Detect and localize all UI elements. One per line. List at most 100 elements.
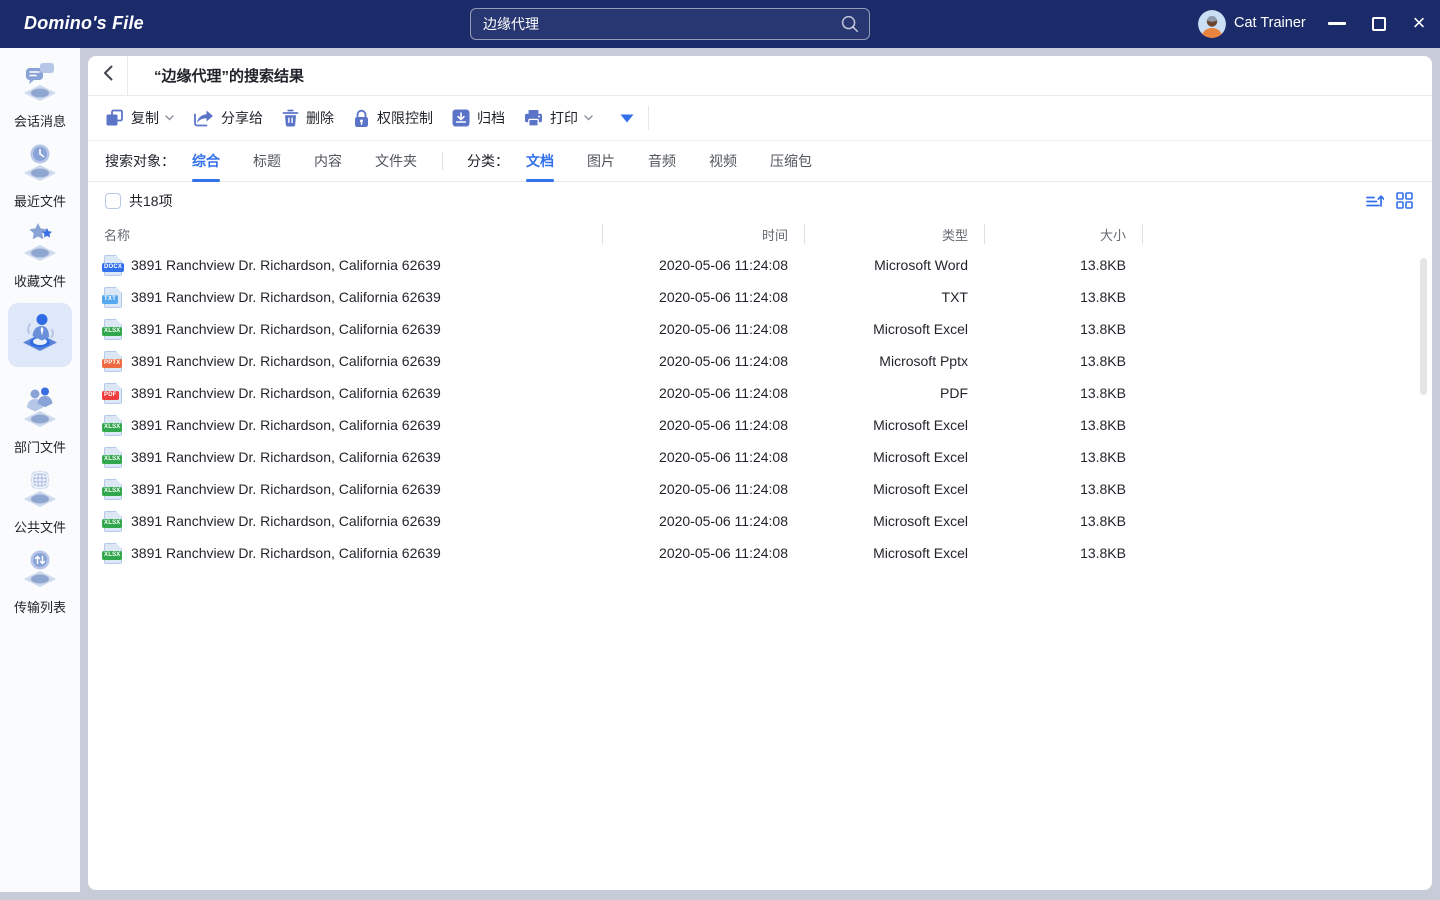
dropdown-triangle-icon[interactable] — [620, 114, 634, 123]
scope-tab-all[interactable]: 综合 — [192, 141, 220, 182]
table-row[interactable]: TXT3891 Ranchview Dr. Richardson, Califo… — [88, 281, 1432, 313]
file-type: Microsoft Excel — [805, 409, 985, 441]
file-size: 13.8KB — [985, 505, 1143, 537]
category-tab-image[interactable]: 图片 — [587, 141, 615, 182]
file-type: Microsoft Word — [805, 249, 985, 281]
delete-button[interactable]: 删除 — [282, 108, 334, 128]
file-type: PDF — [805, 377, 985, 409]
trash-icon — [282, 109, 299, 127]
table-row[interactable]: PPTX3891 Ranchview Dr. Richardson, Calif… — [88, 345, 1432, 377]
table-row[interactable]: PDF 3891 Ranchview Dr. Richardson, Califo… — [88, 377, 1432, 409]
sidebar-item-my-files[interactable] — [0, 300, 80, 372]
sidebar-item-favorite-files[interactable]: 收藏文件 — [0, 214, 80, 294]
file-name: 3891 Ranchview Dr. Richardson, Californi… — [131, 513, 441, 529]
table-row[interactable]: XLSX3891 Ranchview Dr. Richardson, Calif… — [88, 441, 1432, 473]
delete-label: 删除 — [306, 108, 334, 128]
table-row[interactable]: DOCX 3891 Ranchview Dr. Richardson, Calif… — [88, 249, 1432, 281]
topbar: Domino's File Cat Trainer × — [0, 0, 1440, 48]
filter-row: 搜索对象： 综合 标题 内容 文件夹 分类： 文档 图片 音频 视频 压缩包 — [88, 141, 1432, 182]
favorite-files-icon — [18, 219, 62, 268]
file-type: Microsoft Excel — [805, 441, 985, 473]
print-label: 打印 — [550, 108, 578, 128]
file-name: 3891 Ranchview Dr. Richardson, Californi… — [131, 385, 441, 401]
table-row[interactable]: XLSX3891 Ranchview Dr. Richardson, Calif… — [88, 505, 1432, 537]
search-scope-label: 搜索对象： — [105, 151, 175, 171]
table-row[interactable]: XLSX3891 Ranchview Dr. Richardson, Calif… — [88, 537, 1432, 569]
recent-files-icon — [18, 139, 62, 188]
scope-tab-title[interactable]: 标题 — [253, 141, 281, 182]
permission-control-label: 权限控制 — [377, 108, 433, 128]
maximize-button[interactable] — [1372, 17, 1386, 31]
toolbar: 复制 分享给 删除 权限控制 归档 — [88, 96, 1432, 141]
user-avatar[interactable] — [1198, 10, 1226, 38]
copy-icon — [105, 109, 124, 127]
grid-view-icon[interactable] — [1396, 192, 1413, 209]
share-button[interactable]: 分享给 — [193, 108, 263, 128]
print-button[interactable]: 打印 — [524, 108, 593, 128]
file-type-icon: DOCX — [104, 255, 122, 276]
file-type-icon: XLSX — [104, 415, 122, 436]
sidebar-item-transfer-list[interactable]: 传输列表 — [0, 540, 80, 620]
column-header-size[interactable]: 大小 — [985, 219, 1143, 249]
file-size: 13.8KB — [985, 313, 1143, 345]
search-icon[interactable] — [841, 15, 859, 33]
permission-control-button[interactable]: 权限控制 — [353, 108, 433, 128]
category-tab-video[interactable]: 视频 — [709, 141, 737, 182]
file-type-icon: XLSX — [104, 543, 122, 564]
file-time: 2020-05-06 11:24:08 — [603, 537, 805, 569]
toolbar-divider — [648, 106, 649, 130]
file-type-icon: PPTX — [104, 351, 122, 372]
select-all-checkbox[interactable] — [105, 193, 121, 209]
printer-icon — [524, 109, 543, 127]
column-header-spacer — [1143, 219, 1432, 249]
file-name: 3891 Ranchview Dr. Richardson, Californi… — [131, 257, 441, 273]
table-row[interactable]: XLSX3891 Ranchview Dr. Richardson, Calif… — [88, 409, 1432, 441]
file-name: 3891 Ranchview Dr. Richardson, Californi… — [131, 449, 441, 465]
sidebar-item-department-files[interactable]: 部门文件 — [0, 380, 80, 460]
sidebar-item-label: 最近文件 — [14, 191, 66, 210]
column-header-name[interactable]: 名称 — [88, 219, 603, 249]
category-tab-document[interactable]: 文档 — [526, 141, 554, 182]
app-logo: Domino's File — [24, 13, 144, 34]
file-time: 2020-05-06 11:24:08 — [603, 249, 805, 281]
sidebar-item-label: 公共文件 — [14, 517, 66, 536]
file-size: 13.8KB — [985, 345, 1143, 377]
file-list: DOCX 3891 Ranchview Dr. Richardson, Calif… — [88, 249, 1432, 569]
sidebar-item-public-files[interactable]: 公共文件 — [0, 460, 80, 540]
sidebar-item-label: 传输列表 — [14, 597, 66, 616]
selected-highlight — [8, 303, 72, 367]
view-controls — [1365, 192, 1413, 209]
file-size: 13.8KB — [985, 281, 1143, 313]
sidebar-item-recent-files[interactable]: 最近文件 — [0, 134, 80, 214]
share-icon — [193, 109, 214, 127]
close-button[interactable]: × — [1408, 9, 1430, 37]
category-tab-archive[interactable]: 压缩包 — [770, 141, 812, 182]
public-files-icon — [18, 465, 62, 514]
file-time: 2020-05-06 11:24:08 — [603, 505, 805, 537]
file-size: 13.8KB — [985, 409, 1143, 441]
file-type: TXT — [805, 281, 985, 313]
back-button[interactable] — [88, 56, 128, 95]
column-header-type[interactable]: 类型 — [805, 219, 985, 249]
item-count: 共18项 — [129, 191, 173, 211]
scope-tab-content[interactable]: 内容 — [314, 141, 342, 182]
scrollbar-thumb[interactable] — [1420, 258, 1427, 395]
sort-icon[interactable] — [1365, 193, 1384, 209]
table-row[interactable]: XLSX3891 Ranchview Dr. Richardson, Calif… — [88, 473, 1432, 505]
file-time: 2020-05-06 11:24:08 — [603, 441, 805, 473]
archive-button[interactable]: 归档 — [452, 108, 505, 128]
sidebar-item-label: 部门文件 — [14, 437, 66, 456]
search-box[interactable] — [470, 8, 870, 40]
column-header-time[interactable]: 时间 — [603, 219, 805, 249]
file-size: 13.8KB — [985, 441, 1143, 473]
title-row: “边缘代理”的搜索结果 — [88, 56, 1432, 96]
scope-tab-folder[interactable]: 文件夹 — [375, 141, 417, 182]
sidebar-item-chat-messages[interactable]: 会话消息 — [0, 54, 80, 134]
file-time: 2020-05-06 11:24:08 — [603, 409, 805, 441]
table-row[interactable]: XLSX3891 Ranchview Dr. Richardson, Calif… — [88, 313, 1432, 345]
file-type-icon: TXT — [104, 287, 122, 308]
search-input[interactable] — [471, 16, 841, 32]
copy-button[interactable]: 复制 — [105, 108, 174, 128]
minimize-button[interactable] — [1328, 22, 1346, 25]
category-tab-audio[interactable]: 音频 — [648, 141, 676, 182]
